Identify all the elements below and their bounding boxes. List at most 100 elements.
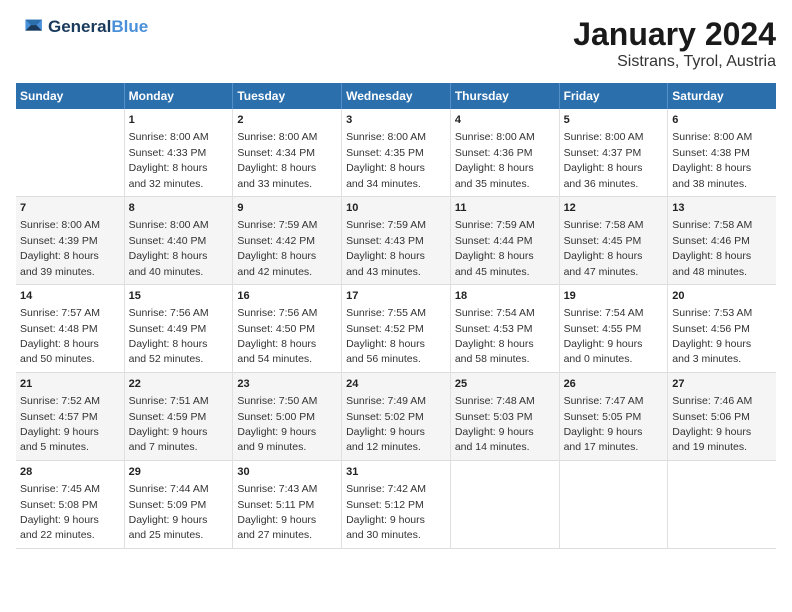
day-daylight: Daylight: 9 hoursand 9 minutes. [237,426,316,453]
day-daylight: Daylight: 8 hoursand 35 minutes. [455,162,534,189]
day-daylight: Daylight: 8 hoursand 42 minutes. [237,250,316,277]
calendar-day: 20 Sunrise: 7:53 AM Sunset: 4:56 PM Dayl… [668,284,776,372]
calendar-week-2: 7 Sunrise: 8:00 AM Sunset: 4:39 PM Dayli… [16,196,776,284]
calendar-day: 25 Sunrise: 7:48 AM Sunset: 5:03 PM Dayl… [450,372,559,460]
title-block: January 2024 Sistrans, Tyrol, Austria [573,16,776,71]
day-daylight: Daylight: 8 hoursand 34 minutes. [346,162,425,189]
day-sunset: Sunset: 4:50 PM [237,323,315,335]
day-sunset: Sunset: 4:42 PM [237,235,315,247]
day-sunrise: Sunrise: 7:52 AM [20,395,100,407]
day-number: 6 [672,113,772,128]
day-number: 1 [129,113,229,128]
day-sunrise: Sunrise: 7:45 AM [20,483,100,495]
day-number: 23 [237,377,337,392]
col-tuesday: Tuesday [233,83,342,109]
day-sunset: Sunset: 4:55 PM [564,323,642,335]
day-number: 31 [346,465,446,480]
col-thursday: Thursday [450,83,559,109]
day-daylight: Daylight: 8 hoursand 32 minutes. [129,162,208,189]
calendar-day: 5 Sunrise: 8:00 AM Sunset: 4:37 PM Dayli… [559,109,668,196]
calendar-day: 28 Sunrise: 7:45 AM Sunset: 5:08 PM Dayl… [16,460,124,548]
day-sunset: Sunset: 5:06 PM [672,411,750,423]
day-daylight: Daylight: 8 hoursand 47 minutes. [564,250,643,277]
day-daylight: Daylight: 9 hoursand 30 minutes. [346,514,425,541]
calendar-week-5: 28 Sunrise: 7:45 AM Sunset: 5:08 PM Dayl… [16,460,776,548]
day-number: 18 [455,289,555,304]
calendar-day: 17 Sunrise: 7:55 AM Sunset: 4:52 PM Dayl… [342,284,451,372]
calendar-day: 8 Sunrise: 8:00 AM Sunset: 4:40 PM Dayli… [124,196,233,284]
day-sunset: Sunset: 4:36 PM [455,147,533,159]
day-sunrise: Sunrise: 7:59 AM [237,219,317,231]
day-number: 10 [346,201,446,216]
day-number: 24 [346,377,446,392]
day-sunrise: Sunrise: 7:59 AM [455,219,535,231]
day-number: 16 [237,289,337,304]
day-daylight: Daylight: 9 hoursand 17 minutes. [564,426,643,453]
day-number: 25 [455,377,555,392]
day-sunset: Sunset: 5:08 PM [20,499,98,511]
day-daylight: Daylight: 8 hoursand 50 minutes. [20,338,99,365]
calendar-day [450,460,559,548]
day-number: 13 [672,201,772,216]
day-daylight: Daylight: 9 hoursand 14 minutes. [455,426,534,453]
calendar-day: 6 Sunrise: 8:00 AM Sunset: 4:38 PM Dayli… [668,109,776,196]
calendar-day: 29 Sunrise: 7:44 AM Sunset: 5:09 PM Dayl… [124,460,233,548]
day-sunrise: Sunrise: 7:56 AM [237,307,317,319]
day-daylight: Daylight: 9 hoursand 5 minutes. [20,426,99,453]
calendar-day: 7 Sunrise: 8:00 AM Sunset: 4:39 PM Dayli… [16,196,124,284]
day-number: 14 [20,289,120,304]
calendar-day: 14 Sunrise: 7:57 AM Sunset: 4:48 PM Dayl… [16,284,124,372]
day-number: 27 [672,377,772,392]
calendar-day: 21 Sunrise: 7:52 AM Sunset: 4:57 PM Dayl… [16,372,124,460]
day-daylight: Daylight: 8 hoursand 38 minutes. [672,162,751,189]
calendar-day: 4 Sunrise: 8:00 AM Sunset: 4:36 PM Dayli… [450,109,559,196]
page-title: January 2024 [573,16,776,53]
day-sunrise: Sunrise: 8:00 AM [237,131,317,143]
day-number: 21 [20,377,120,392]
day-daylight: Daylight: 8 hoursand 33 minutes. [237,162,316,189]
calendar-day: 12 Sunrise: 7:58 AM Sunset: 4:45 PM Dayl… [559,196,668,284]
day-daylight: Daylight: 8 hoursand 36 minutes. [564,162,643,189]
day-sunset: Sunset: 5:11 PM [237,499,314,511]
day-number: 17 [346,289,446,304]
calendar-day [668,460,776,548]
day-sunset: Sunset: 4:35 PM [346,147,424,159]
logo-text: GeneralBlue [48,17,148,37]
day-sunrise: Sunrise: 7:54 AM [455,307,535,319]
day-sunset: Sunset: 4:33 PM [129,147,207,159]
day-sunset: Sunset: 4:39 PM [20,235,98,247]
calendar-day: 10 Sunrise: 7:59 AM Sunset: 4:43 PM Dayl… [342,196,451,284]
calendar-day: 9 Sunrise: 7:59 AM Sunset: 4:42 PM Dayli… [233,196,342,284]
calendar-day: 13 Sunrise: 7:58 AM Sunset: 4:46 PM Dayl… [668,196,776,284]
day-sunset: Sunset: 4:52 PM [346,323,424,335]
day-daylight: Daylight: 8 hoursand 58 minutes. [455,338,534,365]
day-sunrise: Sunrise: 7:44 AM [129,483,209,495]
day-number: 19 [564,289,664,304]
logo-icon [16,16,44,38]
day-sunrise: Sunrise: 8:00 AM [672,131,752,143]
calendar-day: 31 Sunrise: 7:42 AM Sunset: 5:12 PM Dayl… [342,460,451,548]
day-daylight: Daylight: 8 hoursand 54 minutes. [237,338,316,365]
calendar-table: Sunday Monday Tuesday Wednesday Thursday… [16,83,776,549]
day-sunrise: Sunrise: 8:00 AM [564,131,644,143]
day-number: 15 [129,289,229,304]
day-sunrise: Sunrise: 8:00 AM [455,131,535,143]
day-sunrise: Sunrise: 7:58 AM [564,219,644,231]
calendar-day [16,109,124,196]
day-daylight: Daylight: 8 hoursand 56 minutes. [346,338,425,365]
day-daylight: Daylight: 8 hoursand 43 minutes. [346,250,425,277]
day-daylight: Daylight: 9 hoursand 27 minutes. [237,514,316,541]
day-sunrise: Sunrise: 7:57 AM [20,307,100,319]
day-number: 29 [129,465,229,480]
header-row: GeneralBlue January 2024 Sistrans, Tyrol… [16,16,776,71]
day-number: 22 [129,377,229,392]
day-sunset: Sunset: 5:03 PM [455,411,533,423]
col-wednesday: Wednesday [342,83,451,109]
calendar-day: 22 Sunrise: 7:51 AM Sunset: 4:59 PM Dayl… [124,372,233,460]
calendar-week-4: 21 Sunrise: 7:52 AM Sunset: 4:57 PM Dayl… [16,372,776,460]
day-daylight: Daylight: 9 hoursand 19 minutes. [672,426,751,453]
day-sunrise: Sunrise: 7:56 AM [129,307,209,319]
day-sunset: Sunset: 5:09 PM [129,499,207,511]
calendar-day: 15 Sunrise: 7:56 AM Sunset: 4:49 PM Dayl… [124,284,233,372]
day-sunrise: Sunrise: 8:00 AM [20,219,100,231]
